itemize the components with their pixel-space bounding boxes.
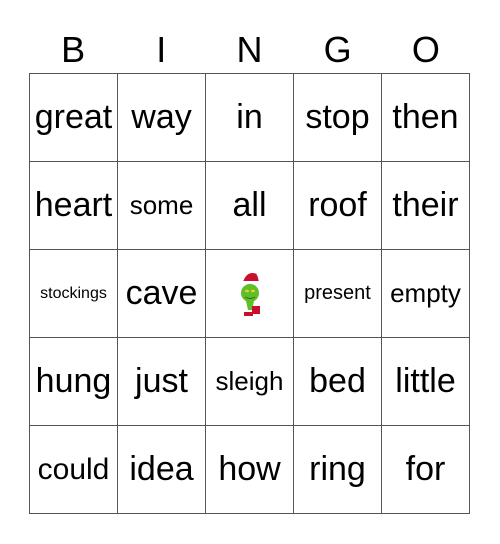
bingo-cell[interactable]: way [118,74,206,162]
bingo-cell[interactable]: just [118,338,206,426]
bingo-cell[interactable]: great [30,74,118,162]
header-letter-o: O [411,29,440,70]
grinch-santa-hat-icon [240,271,261,316]
bingo-cell[interactable]: in [206,74,294,162]
bingo-cell[interactable]: how [206,426,294,514]
bingo-cell[interactable]: present [294,250,382,338]
bingo-card: great way in stop then heart some all ro… [29,73,470,514]
bingo-cell[interactable]: roof [294,162,382,250]
bingo-cell[interactable]: ring [294,426,382,514]
bingo-cell[interactable]: heart [30,162,118,250]
free-space-cell[interactable] [206,250,294,338]
bingo-cell[interactable]: could [30,426,118,514]
bingo-cell[interactable]: little [382,338,470,426]
header-letter-n: N [236,29,263,70]
bingo-cell[interactable]: sleigh [206,338,294,426]
bingo-cell[interactable]: their [382,162,470,250]
bingo-cell[interactable]: then [382,74,470,162]
bingo-cell[interactable]: cave [118,250,206,338]
bingo-cell[interactable]: for [382,426,470,514]
bingo-cell[interactable]: hung [30,338,118,426]
bingo-cell[interactable]: stockings [30,250,118,338]
bingo-cell[interactable]: all [206,162,294,250]
bingo-header: B I N G O [29,28,470,72]
bingo-cell[interactable]: idea [118,426,206,514]
bingo-cell[interactable]: stop [294,74,382,162]
bingo-cell[interactable]: some [118,162,206,250]
header-letter-g: G [323,29,352,70]
header-letter-i: I [156,29,167,70]
bingo-cell[interactable]: bed [294,338,382,426]
header-letter-b: B [61,29,86,70]
bingo-cell[interactable]: empty [382,250,470,338]
